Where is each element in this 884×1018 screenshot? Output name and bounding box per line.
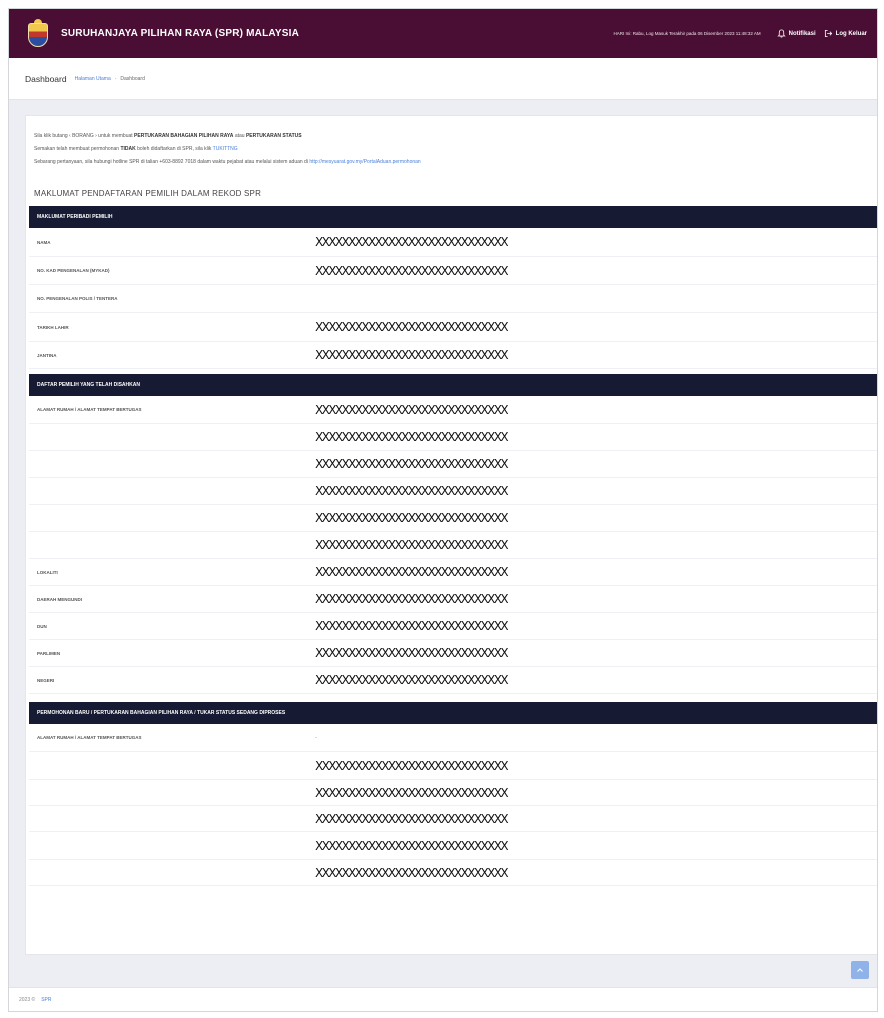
field-value: XXXXXXXXXXXXXXXXXXXXXXXXXXXXX bbox=[315, 263, 509, 278]
field-value: XXXXXXXXXXXXXXXXXXXXXXXXXXXXX bbox=[315, 785, 509, 800]
field-value: XXXXXXXXXXXXXXXXXXXXXXXXXXXXX bbox=[315, 865, 509, 880]
field-value: - bbox=[315, 734, 317, 741]
field-label: ALAMAT RUMAH / ALAMAT TEMPAT BERTUGAS bbox=[37, 735, 142, 740]
logout-label: Log Keluar bbox=[835, 30, 867, 37]
arrow-up-icon bbox=[857, 968, 863, 972]
field-label: NAMA bbox=[37, 239, 51, 245]
page-title: MAKLUMAT PENDAFTARAN PEMILIH DALAM REKOD… bbox=[34, 189, 262, 198]
field-label: DUN bbox=[37, 623, 47, 629]
table-row: NO. KAD PENGENALAN (MYKAD) XXXXXXXXXXXXXX… bbox=[29, 257, 877, 285]
section-registered-voter: ALAMAT RUMAH / ALAMAT TEMPAT BERTUGAS XXX… bbox=[26, 396, 877, 694]
table-row: XXXXXXXXXXXXXXXXXXXXXXXXXXXXX bbox=[29, 451, 877, 478]
app-frame: SURUHANJAYA PILIHAN RAYA (SPR) MALAYSIA … bbox=[8, 8, 878, 1012]
field-value: XXXXXXXXXXXXXXXXXXXXXXXXXXXXX bbox=[315, 619, 509, 633]
notice-line-2: Semakan telah membuat permohonan TIDAK b… bbox=[34, 146, 238, 152]
table-row: XXXXXXXXXXXXXXXXXXXXXXXXXXXXX bbox=[29, 780, 877, 806]
field-label: DAERAH MENGUNDI bbox=[37, 596, 82, 602]
table-row: XXXXXXXXXXXXXXXXXXXXXXXXXXXXX bbox=[29, 752, 877, 780]
table-row: NEGERI XXXXXXXXXXXXXXXXXXXXXXXXXXXXX bbox=[29, 667, 877, 694]
field-value: XXXXXXXXXXXXXXXXXXXXXXXXXXXXX bbox=[315, 348, 509, 362]
notice-link-1[interactable]: TUKITTNG bbox=[213, 146, 238, 152]
field-label: JANTINA bbox=[37, 352, 57, 358]
field-value: XXXXXXXXXXXXXXXXXXXXXXXXXXXXX bbox=[315, 565, 509, 579]
field-value: XXXXXXXXXXXXXXXXXXXXXXXXXXXXX bbox=[315, 511, 509, 525]
notice-line-3: Sebarang pertanyaan, sila hubungi hotlin… bbox=[34, 159, 421, 165]
field-label: NO. KAD PENGENALAN (MYKAD) bbox=[37, 268, 110, 273]
logout-icon bbox=[824, 29, 832, 38]
field-value: XXXXXXXXXXXXXXXXXXXXXXXXXXXXX bbox=[315, 758, 509, 773]
table-row: NAMA XXXXXXXXXXXXXXXXXXXXXXXXXXXXX bbox=[29, 228, 877, 257]
table-row: XXXXXXXXXXXXXXXXXXXXXXXXXXXXX bbox=[29, 424, 877, 451]
footer-copyright: 2023 © bbox=[19, 996, 36, 1003]
bell-icon bbox=[777, 29, 786, 38]
table-row: JANTINA XXXXXXXXXXXXXXXXXXXXXXXXXXXXX bbox=[29, 342, 877, 369]
logout-link[interactable]: Log Keluar bbox=[824, 29, 867, 38]
table-row: ALAMAT RUMAH / ALAMAT TEMPAT BERTUGAS - bbox=[29, 724, 877, 752]
notifications-link[interactable]: Notifikasi bbox=[777, 29, 816, 38]
notice-line-1: Sila klik butang ‹ BORANG › untuk membua… bbox=[34, 133, 302, 139]
section-registered-voter-header: DAFTAR PEMILIH YANG TELAH DISAHKAN bbox=[29, 374, 877, 396]
table-row: XXXXXXXXXXXXXXXXXXXXXXXXXXXXX bbox=[29, 860, 877, 886]
page-footer: 2023 © SPR bbox=[9, 987, 877, 1011]
table-row: DAERAH MENGUNDI XXXXXXXXXXXXXXXXXXXXXXXXX… bbox=[29, 586, 877, 613]
field-label: LOKALITI bbox=[37, 569, 58, 575]
section-application: ALAMAT RUMAH / ALAMAT TEMPAT BERTUGAS - XX… bbox=[26, 724, 877, 886]
field-value: XXXXXXXXXXXXXXXXXXXXXXXXXXXXX bbox=[315, 457, 509, 471]
last-login-text: HARI Ini: Rabu, Log Masuk Terakhir pada … bbox=[613, 31, 761, 36]
field-label: TARIKH LAHIR bbox=[37, 324, 69, 330]
table-row: XXXXXXXXXXXXXXXXXXXXXXXXXXXXX bbox=[29, 505, 877, 532]
breadcrumb-home-link[interactable]: Halaman Utama bbox=[75, 76, 111, 82]
field-value: XXXXXXXXXXXXXXXXXXXXXXXXXXXXX bbox=[315, 235, 509, 249]
field-label: PARLIMEN bbox=[37, 650, 61, 656]
field-value: XXXXXXXXXXXXXXXXXXXXXXXXXXXXX bbox=[315, 402, 509, 417]
page-heading: Dashboard bbox=[25, 73, 67, 84]
notice-block: Sila klik butang ‹ BORANG › untuk membua… bbox=[26, 116, 877, 169]
breadcrumb-separator: - bbox=[114, 75, 117, 82]
table-row: DUN XXXXXXXXXXXXXXXXXXXXXXXXXXXXX bbox=[29, 613, 877, 640]
field-value: XXXXXXXXXXXXXXXXXXXXXXXXXXXXX bbox=[315, 673, 509, 687]
table-row: XXXXXXXXXXXXXXXXXXXXXXXXXXXXX bbox=[29, 832, 877, 860]
breadcrumb: Dashboard Halaman Utama - Dashboard bbox=[9, 58, 877, 100]
notifications-label: Notifikasi bbox=[788, 30, 816, 37]
table-row: TARIKH LAHIR XXXXXXXXXXXXXXXXXXXXXXXXXXXX… bbox=[29, 313, 877, 342]
field-value: XXXXXXXXXXXXXXXXXXXXXXXXXXXXX bbox=[315, 838, 509, 853]
footer-org-link[interactable]: SPR bbox=[41, 997, 51, 1003]
field-value: XXXXXXXXXXXXXXXXXXXXXXXXXXXXX bbox=[315, 430, 509, 444]
field-value: XXXXXXXXXXXXXXXXXXXXXXXXXXXXX bbox=[315, 811, 509, 826]
top-navbar: SURUHANJAYA PILIHAN RAYA (SPR) MALAYSIA … bbox=[9, 9, 877, 58]
field-label: NO. PENGENALAN POLIS / TENTERA bbox=[37, 296, 118, 301]
table-row: NO. PENGENALAN POLIS / TENTERA bbox=[29, 285, 877, 313]
field-label: ALAMAT RUMAH / ALAMAT TEMPAT BERTUGAS bbox=[37, 407, 142, 412]
scroll-to-top-button[interactable] bbox=[851, 961, 869, 979]
field-value: XXXXXXXXXXXXXXXXXXXXXXXXXXXXX bbox=[315, 484, 509, 498]
field-value: XXXXXXXXXXXXXXXXXXXXXXXXXXXXX bbox=[315, 538, 509, 552]
table-row: LOKALITI XXXXXXXXXXXXXXXXXXXXXXXXXXXXX bbox=[29, 559, 877, 586]
field-label: NEGERI bbox=[37, 677, 55, 683]
section-personal-info: NAMA XXXXXXXXXXXXXXXXXXXXXXXXXXXXX NO. KAD… bbox=[26, 228, 877, 369]
brand-title[interactable]: SURUHANJAYA PILIHAN RAYA (SPR) MALAYSIA bbox=[61, 28, 299, 39]
complaint-portal-link[interactable]: http://mesyuarat.gov.my/PortalAduan.perm… bbox=[309, 159, 420, 165]
table-row: PARLIMEN XXXXXXXXXXXXXXXXXXXXXXXXXXXXX bbox=[29, 640, 877, 667]
field-value: XXXXXXXXXXXXXXXXXXXXXXXXXXXXX bbox=[315, 320, 509, 334]
section-personal-info-header: MAKLUMAT PERIBADI PEMILIH bbox=[29, 206, 877, 228]
section-application-header: PERMOHONAN BARU / PERTUKARAN BAHAGIAN PI… bbox=[29, 702, 877, 724]
breadcrumb-current: Dashboard bbox=[120, 75, 145, 82]
table-row: ALAMAT RUMAH / ALAMAT TEMPAT BERTUGAS XXX… bbox=[29, 396, 877, 424]
table-row: XXXXXXXXXXXXXXXXXXXXXXXXXXXXX bbox=[29, 478, 877, 505]
table-row: XXXXXXXXXXXXXXXXXXXXXXXXXXXXX bbox=[29, 806, 877, 832]
table-row: XXXXXXXXXXXXXXXXXXXXXXXXXXXXX bbox=[29, 532, 877, 559]
spr-logo-icon[interactable] bbox=[25, 18, 51, 49]
field-value: XXXXXXXXXXXXXXXXXXXXXXXXXXXXX bbox=[315, 592, 509, 606]
voter-info-card: Sila klik butang ‹ BORANG › untuk membua… bbox=[25, 115, 877, 955]
field-value: XXXXXXXXXXXXXXXXXXXXXXXXXXXXX bbox=[315, 646, 509, 660]
